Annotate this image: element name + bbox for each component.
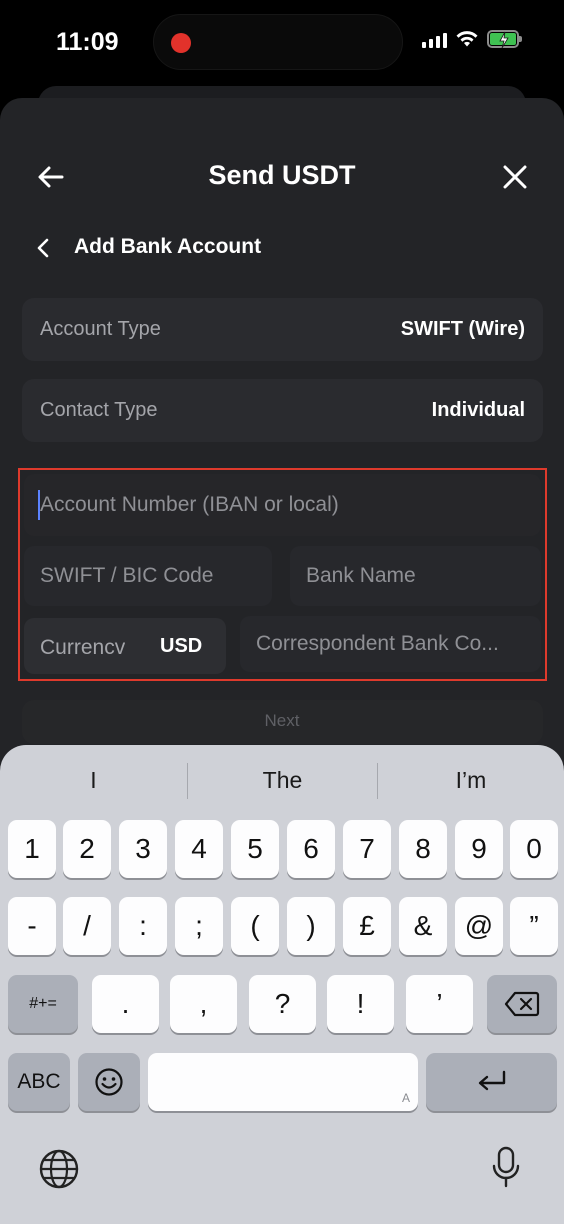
section-title: Add Bank Account [74,235,262,258]
key-apostrophe[interactable]: ’ [406,975,473,1033]
key-period[interactable]: . [92,975,159,1033]
key-open-paren[interactable]: ( [231,897,279,955]
key-question[interactable]: ? [249,975,316,1033]
suggestion-1[interactable]: I [0,767,187,794]
key-close-paren[interactable]: ) [287,897,335,955]
key-4[interactable]: 4 [175,820,223,878]
chevron-left-icon[interactable] [34,236,54,260]
key-0[interactable]: 0 [510,820,558,878]
key-6[interactable]: 6 [287,820,335,878]
delete-key[interactable] [487,975,557,1033]
key-slash[interactable]: / [63,897,111,955]
key-5[interactable]: 5 [231,820,279,878]
space-key[interactable]: A [148,1053,418,1111]
space-key-hint: A [401,1091,410,1105]
status-bar: 11:09 [0,0,564,84]
key-1[interactable]: 1 [8,820,56,878]
account-type-label: Account Type [40,318,161,340]
key-hyphen[interactable]: - [8,897,56,955]
page-title: Send USDT [208,160,356,190]
key-exclamation[interactable]: ! [327,975,394,1033]
key-quote[interactable]: ” [510,897,558,955]
emoji-icon [95,1068,123,1096]
backspace-icon [504,991,540,1017]
return-icon [478,1070,505,1091]
microphone-icon[interactable] [490,1146,522,1190]
key-semicolon[interactable]: ; [175,897,223,955]
status-icons [422,30,522,49]
abc-key[interactable]: ABC [8,1053,70,1111]
next-button-label: Next [264,711,300,730]
key-3[interactable]: 3 [119,820,167,878]
key-7[interactable]: 7 [343,820,391,878]
key-at[interactable]: @ [455,897,503,955]
contact-type-selector[interactable]: Contact Type Individual [22,379,543,442]
close-icon[interactable] [500,162,530,192]
key-8[interactable]: 8 [399,820,447,878]
key-2[interactable]: 2 [63,820,111,878]
contact-type-value: Individual [431,399,525,421]
key-pound[interactable]: £ [343,897,391,955]
globe-icon[interactable] [38,1148,80,1190]
suggestion-3[interactable]: I’m [378,767,564,794]
return-key[interactable] [426,1053,557,1111]
highlight-box [18,468,547,681]
wifi-icon [456,31,478,47]
account-type-selector[interactable]: Account Type SWIFT (Wire) [22,298,543,361]
key-ampersand[interactable]: & [399,897,447,955]
key-colon[interactable]: : [119,897,167,955]
status-time: 11:09 [56,28,119,56]
suggestion-2[interactable]: The [188,767,377,794]
key-comma[interactable]: , [170,975,237,1033]
cellular-signal-icon [422,30,447,48]
contact-type-label: Contact Type [40,399,158,421]
key-9[interactable]: 9 [455,820,503,878]
symbols-toggle-key[interactable]: #+= [8,975,78,1033]
emoji-key[interactable] [78,1053,140,1111]
battery-icon [487,30,522,49]
dynamic-island [153,14,403,70]
account-type-value: SWIFT (Wire) [400,318,525,340]
recording-indicator-icon [171,33,191,53]
